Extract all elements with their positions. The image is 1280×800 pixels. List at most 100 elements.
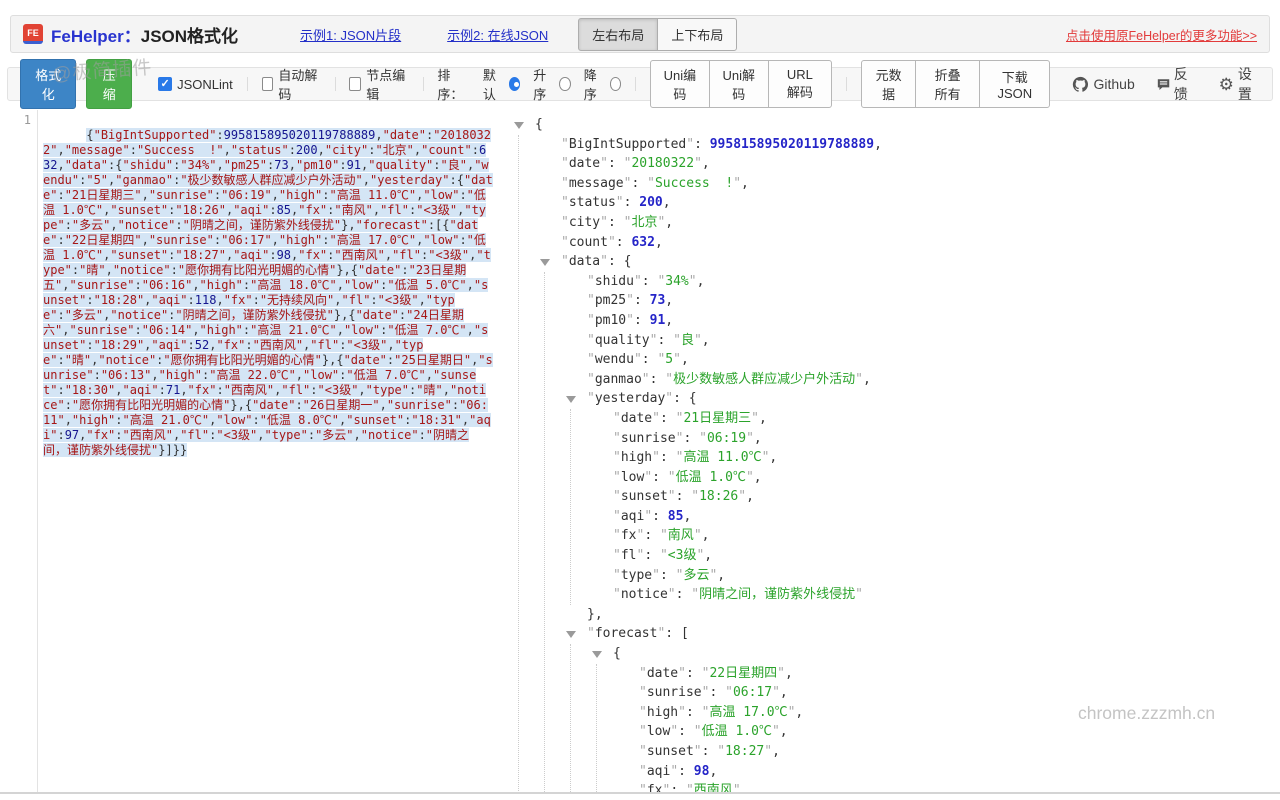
raw-json-text[interactable]: {"BigIntSupported":995815895020119788889… <box>39 110 497 476</box>
colon: : <box>702 744 718 759</box>
quote-mark: " <box>777 666 785 681</box>
github-link[interactable]: Github <box>1072 76 1134 93</box>
colon: : <box>657 333 673 348</box>
tree-line: "low": "低温 1.0℃", <box>505 468 1275 488</box>
collapse-toggle-icon[interactable] <box>566 631 576 638</box>
raw-punct: : <box>419 428 426 442</box>
quote-mark: " <box>634 352 642 367</box>
raw-punct: : <box>449 173 456 187</box>
download-json-button[interactable]: 下载JSON <box>979 60 1050 108</box>
raw-string: "type" <box>264 428 307 442</box>
radio-icon[interactable] <box>610 77 622 91</box>
more-features-link[interactable]: 点击使用原FeHelper的更多功能>> <box>1066 25 1257 44</box>
quote-mark: " <box>694 744 702 759</box>
raw-punct: { <box>336 353 343 367</box>
example2-link[interactable]: 示例2: 在线JSON <box>447 25 548 44</box>
comma: , <box>665 215 673 230</box>
tree-line: { <box>505 644 1275 664</box>
page-bottom-border <box>0 792 1280 794</box>
raw-punct: { <box>115 158 122 172</box>
uni-encode-button[interactable]: Uni编码 <box>650 60 710 108</box>
layout-vertical-button[interactable]: 上下布局 <box>657 18 737 51</box>
layout-button-group: 左右布局 上下布局 <box>578 18 737 51</box>
raw-punct: : <box>322 233 329 247</box>
quote-mark: " <box>561 176 569 191</box>
collapse-all-button[interactable]: 折叠所有 <box>915 60 980 108</box>
quote-mark: " <box>600 215 608 230</box>
sort-ascending-radio[interactable]: 升序 <box>533 65 570 103</box>
raw-punct: : <box>115 428 122 442</box>
quote-mark: " <box>587 333 595 348</box>
raw-punct: : <box>253 293 260 307</box>
collapse-toggle-icon[interactable] <box>540 259 550 266</box>
auto-decode-checkbox[interactable]: 自动解码 <box>262 65 321 103</box>
quote-mark: " <box>561 195 569 210</box>
url-decode-button[interactable]: URL解码 <box>768 60 833 108</box>
json-bracket: { <box>624 254 632 269</box>
collapse-toggle-icon[interactable] <box>592 651 602 658</box>
collapse-toggle-icon[interactable] <box>514 122 524 129</box>
tree-line: "notice": "阴晴之间，谨防紫外线侵扰" <box>505 585 1275 605</box>
example1-link[interactable]: 示例1: JSON片段 <box>300 25 401 44</box>
raw-punct: { <box>86 128 93 142</box>
radio-icon[interactable] <box>509 77 521 91</box>
tree-line: "pm10": 91, <box>505 311 1275 331</box>
raw-punct: : <box>65 218 72 232</box>
node-edit-checkbox[interactable]: 节点编辑 <box>349 65 408 103</box>
raw-string: "fx" <box>188 383 217 397</box>
tree-line: "date": "22日星期四", <box>505 664 1275 684</box>
metadata-button[interactable]: 元数据 <box>861 60 916 108</box>
jsonlint-checkbox[interactable]: JSONLint <box>158 77 233 92</box>
raw-punct: : <box>370 293 377 307</box>
raw-string: "shidu" <box>123 158 174 172</box>
raw-string: "high" <box>200 323 243 337</box>
tree-line: "aqi": 85, <box>505 507 1275 527</box>
settings-link[interactable]: 设置 <box>1219 64 1258 104</box>
colon: : <box>642 352 658 367</box>
uni-decode-button[interactable]: Uni解码 <box>709 60 769 108</box>
comma: , <box>759 411 767 426</box>
raw-punct: : <box>57 428 64 442</box>
raw-string: "高温 21.0℃" <box>250 323 337 337</box>
quote-mark: " <box>587 372 595 387</box>
sort-descending-radio[interactable]: 降序 <box>584 65 621 103</box>
raw-string: "aqi" <box>233 203 269 217</box>
raw-string: "多云" <box>65 308 103 322</box>
collapse-toggle-icon[interactable] <box>566 396 576 403</box>
checkbox-icon[interactable] <box>262 77 274 91</box>
checkbox-icon[interactable] <box>158 77 172 91</box>
raw-string: "阴晴之间，谨防紫外线侵扰" <box>175 308 333 322</box>
raw-string: "21日星期三" <box>65 188 142 202</box>
raw-punct: : <box>289 143 296 157</box>
raw-string: "low" <box>216 413 252 427</box>
json-key: sunset <box>621 489 668 504</box>
github-label: Github <box>1093 76 1134 92</box>
feedback-link[interactable]: 反馈 <box>1157 64 1197 104</box>
comma: , <box>697 274 705 289</box>
layout-horizontal-button[interactable]: 左右布局 <box>578 18 658 51</box>
colon: : <box>694 137 710 152</box>
radio-icon[interactable] <box>559 77 571 91</box>
raw-string: "high" <box>159 368 202 382</box>
checkbox-icon[interactable] <box>349 77 361 91</box>
quote-mark: " <box>660 548 668 563</box>
comma: , <box>754 470 762 485</box>
raw-punct: { <box>442 218 449 232</box>
json-key: high <box>621 450 652 465</box>
tree-line: "sunrise": "06:19", <box>505 429 1275 449</box>
quote-mark: " <box>670 764 678 779</box>
raw-punct: : <box>57 383 64 397</box>
colon: : <box>616 235 632 250</box>
raw-string: "sunset" <box>110 203 168 217</box>
raw-string: "06:17" <box>221 233 272 247</box>
colon: : <box>660 568 676 583</box>
json-key: BigIntSupported <box>569 137 686 152</box>
radio-label: 升序 <box>533 65 554 103</box>
quote-mark: " <box>746 470 754 485</box>
raw-string: "低温 7.0℃" <box>346 368 425 382</box>
raw-string: "良" <box>441 158 467 172</box>
sort-default-radio[interactable]: 默认 <box>483 65 520 103</box>
raw-number: 200 <box>296 143 318 157</box>
colon: : <box>608 215 624 230</box>
raw-string: "南风" <box>334 203 372 217</box>
